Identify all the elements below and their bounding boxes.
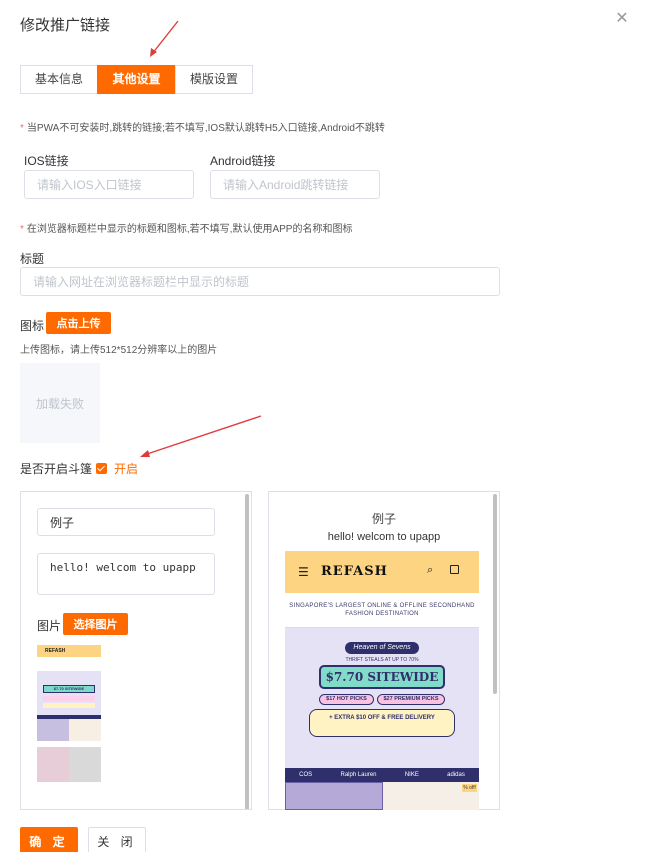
banner-premium-picks: $27 PREMIUM PICKS: [377, 694, 445, 705]
browser-note: * 在浏览器标题栏中显示的标题和图标,若不填写,默认使用APP的名称和图标: [20, 224, 353, 235]
thumb-logo: REFASH: [37, 645, 101, 657]
brand-nike: NIKE: [404, 772, 419, 778]
banner-hot-picks: $17 HOT PICKS: [319, 694, 374, 705]
pwa-note-text: 当PWA不可安装时,跳转的链接;若不填写,IOS默认跳转H5入口链接,Andro…: [26, 123, 385, 134]
broken-image-placeholder: 加载失败: [20, 363, 100, 443]
choose-image-button[interactable]: 选择图片: [63, 613, 128, 635]
editor-scrollbar[interactable]: [245, 494, 249, 809]
tab-template-settings[interactable]: 模版设置: [175, 65, 253, 94]
preview-subtitle: hello! welcom to upapp: [327, 531, 441, 543]
menu-icon: ☰: [298, 565, 309, 579]
image-label: 图片: [37, 619, 62, 633]
site-banner: Heaven of Sevens THRIFT STEALS AT UP TO …: [285, 627, 479, 768]
cloak-row: 是否开启斗篷 开启: [20, 460, 138, 477]
title-label: 标题: [20, 252, 45, 266]
side-tag: % off!: [462, 784, 477, 792]
cloak-checkbox[interactable]: [96, 463, 108, 474]
site-header: ☰ REFASH ⌕: [285, 551, 479, 593]
upload-hint: 上传图标，请上传512*512分辨率以上的图片: [20, 345, 218, 356]
pwa-note: * 当PWA不可安装时,跳转的链接;若不填写,IOS默认跳转H5入口链接,Andr…: [20, 123, 385, 134]
example-text-area[interactable]: hello! welcom to upapp: [37, 553, 215, 595]
close-icon[interactable]: ✕: [613, 10, 631, 28]
banner-event-sub: THRIFT STEALS AT UP TO 70%: [345, 657, 419, 663]
selected-image-thumbnail[interactable]: REFASH $7.70 SITEWIDE: [37, 645, 101, 782]
brand-ralph-lauren: Ralph Lauren: [340, 772, 377, 778]
brand-cos: COS: [299, 772, 313, 778]
confirm-button[interactable]: 确 定: [20, 827, 78, 852]
ios-link-label: IOS链接: [24, 154, 69, 168]
tab-bar: 基本信息 其他设置 模版设置: [20, 65, 253, 94]
upload-icon-button[interactable]: 点击上传: [46, 312, 111, 334]
cloak-label: 是否开启斗篷: [20, 462, 93, 476]
brand-strip: COS Ralph Lauren NIKE adidas: [285, 768, 479, 782]
search-icon: ⌕: [427, 564, 434, 576]
bag-icon: [450, 565, 459, 574]
edit-promo-link-dialog: 修改推广链接 ✕ 基本信息 其他设置 模版设置 * 当PWA不可安装时,跳转的链接…: [0, 0, 647, 852]
android-link-input[interactable]: [210, 170, 380, 199]
brand-adidas: adidas: [447, 772, 465, 778]
banner-extra-offer: + EXTRA $10 OFF & FREE DELIVERY: [309, 709, 455, 737]
title-input[interactable]: [20, 267, 500, 296]
banner-event-badge: Heaven of Sevens: [345, 642, 419, 654]
close-button[interactable]: 关 闭: [88, 827, 146, 852]
android-link-label: Android链接: [210, 154, 276, 168]
preview-title: 例子: [371, 512, 396, 526]
annotation-arrow-icon: [150, 20, 179, 57]
annotation-arrow-icon: [140, 415, 262, 457]
photo-strip: % off!: [285, 782, 479, 810]
site-logo: REFASH: [321, 564, 388, 579]
ios-link-input[interactable]: [24, 170, 194, 199]
banner-headline: $7.70 SITEWIDE: [319, 665, 445, 689]
icon-label: 图标: [20, 319, 45, 333]
preview-site-image: ☰ REFASH ⌕ SINGAPORE'S LARGEST ONLINE & …: [285, 551, 479, 810]
site-tagline: SINGAPORE'S LARGEST ONLINE & OFFLINE SEC…: [285, 593, 479, 627]
example-name-input[interactable]: [37, 508, 215, 536]
tab-basic-info[interactable]: 基本信息: [20, 65, 98, 94]
dialog-title: 修改推广链接: [20, 17, 111, 34]
cloak-checkbox-label[interactable]: 开启: [114, 460, 138, 477]
browser-note-text: 在浏览器标题栏中显示的标题和图标,若不填写,默认使用APP的名称和图标: [26, 224, 353, 235]
tab-other-settings[interactable]: 其他设置: [97, 65, 176, 94]
